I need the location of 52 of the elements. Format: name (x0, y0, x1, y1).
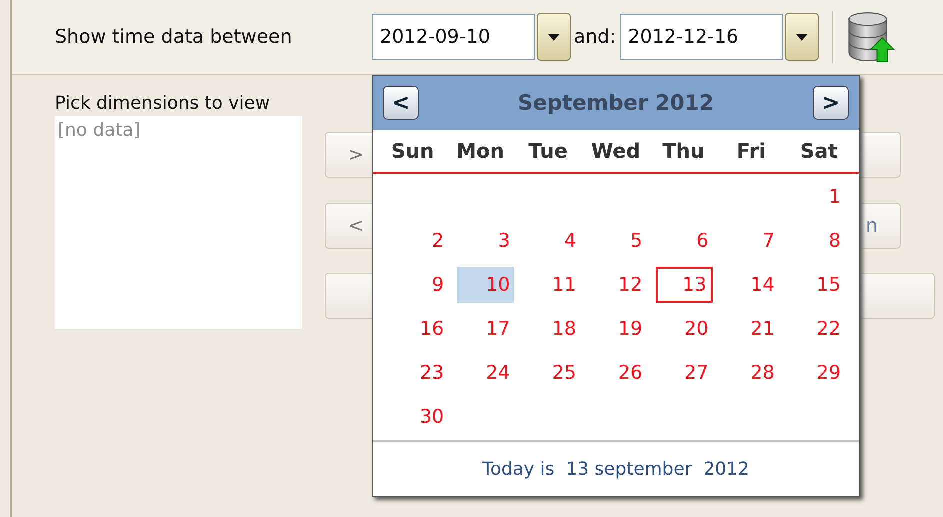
date-field[interactable]: 2012-09-10 (372, 14, 535, 60)
day-cell[interactable]: 11 (523, 267, 580, 303)
list-placeholder: [no data] (58, 120, 141, 141)
day-cell[interactable]: 19 (589, 311, 647, 347)
day-cell[interactable]: 27 (656, 355, 713, 391)
day-cell[interactable]: 23 (391, 355, 448, 391)
day-cell[interactable]: 17 (457, 311, 514, 347)
date-field[interactable]: 2012-12-16 (620, 14, 784, 60)
day-cell[interactable]: 29 (788, 355, 845, 391)
day-cell[interactable]: 12 (589, 267, 647, 303)
weekday-label: Fri (736, 139, 767, 163)
previous-month-button[interactable]: < (383, 86, 419, 120)
caret-icon (796, 34, 808, 40)
day-cell[interactable]: 8 (788, 223, 845, 259)
day-cell[interactable]: 13 (656, 267, 713, 303)
weekday-label: Wed (590, 139, 642, 163)
dimension-list[interactable]: [no data] (55, 116, 302, 329)
weekday-label: Sun (390, 139, 436, 163)
day-cell[interactable]: 22 (788, 311, 845, 347)
toolbar-label: Show time data between (55, 26, 294, 48)
weekday-label: Mon (456, 139, 506, 163)
day-cell[interactable]: 18 (523, 311, 580, 347)
day-cell[interactable]: 14 (722, 267, 779, 303)
day-cell[interactable]: 26 (589, 355, 647, 391)
separator-label: and: (574, 26, 616, 48)
dropdown-button[interactable] (537, 13, 571, 61)
day-cell[interactable]: 1 (788, 179, 845, 215)
day-cell[interactable]: 24 (457, 355, 514, 391)
day-cell[interactable]: 6 (656, 223, 713, 259)
next-month-button[interactable]: > (812, 86, 849, 120)
today-label[interactable]: Today is 13 september 2012 (482, 458, 750, 480)
day-cell[interactable]: 25 (523, 355, 580, 391)
weekday-label: Sat (799, 139, 839, 163)
day-cell[interactable]: 5 (589, 223, 647, 259)
weekday-label: Thu (662, 139, 706, 163)
day-cell[interactable]: 4 (523, 223, 580, 259)
day-cell[interactable]: 9 (391, 267, 448, 303)
month-title: September 2012 (518, 91, 714, 115)
caret-icon (548, 34, 560, 40)
weekday-label: Tue (528, 139, 569, 163)
day-cell[interactable]: 15 (788, 267, 845, 303)
day-cell[interactable]: 30 (391, 399, 448, 435)
day-cell[interactable]: 20 (656, 311, 713, 347)
day-cell[interactable]: 7 (722, 223, 779, 259)
day-cell[interactable]: 3 (457, 223, 514, 259)
dropdown-button[interactable] (785, 13, 820, 61)
day-cell[interactable]: 16 (391, 311, 448, 347)
list-label: Pick dimensions to view (55, 93, 272, 114)
day-cell[interactable]: 2 (391, 223, 448, 259)
day-cell[interactable]: 10 (457, 267, 514, 303)
day-cell[interactable]: 28 (722, 355, 779, 391)
day-cell[interactable]: 21 (722, 311, 779, 347)
